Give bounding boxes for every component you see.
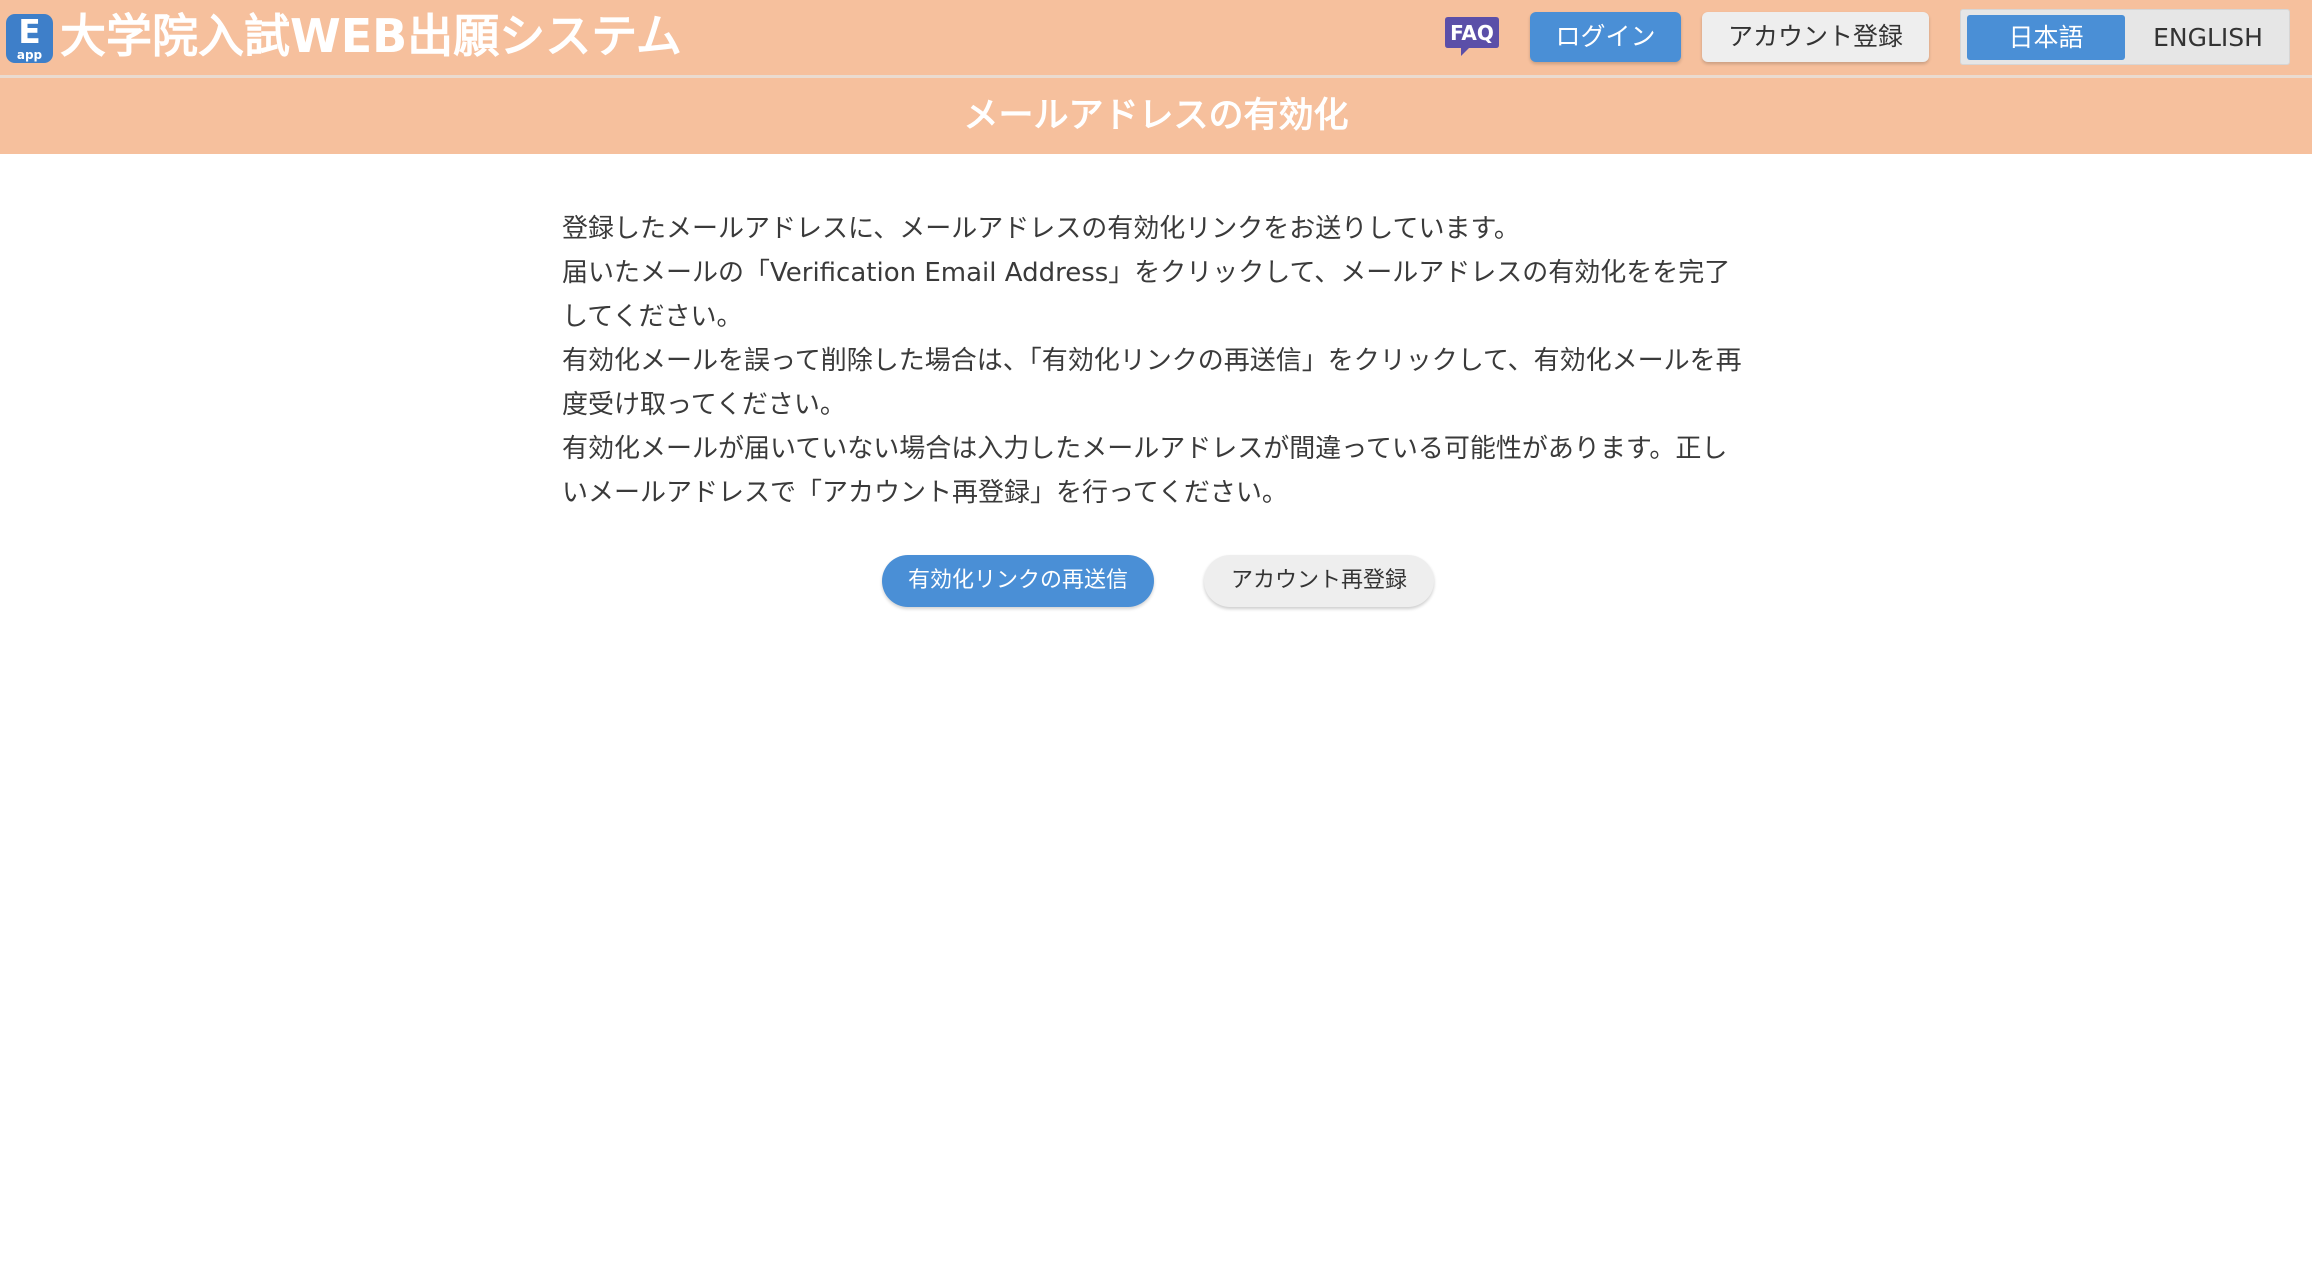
message-paragraph: 有効化メールが届いていない場合は入力したメールアドレスが間違っている可能性があり… <box>562 434 1728 508</box>
top-navigation-bar: E app 大学院入試WEB出願システム FAQ ログイン アカウント登録 日本… <box>0 0 2312 78</box>
logo-letter: E <box>18 12 41 51</box>
faq-speech-bubble-icon: FAQ <box>1445 17 1499 56</box>
account-register-button[interactable]: アカウント登録 <box>1702 12 1929 62</box>
logo-small-text: app <box>16 48 43 62</box>
language-switch: 日本語 ENGLISH <box>1960 9 2290 65</box>
language-option-english[interactable]: ENGLISH <box>2129 15 2287 60</box>
message-paragraph: 届いたメールの「Verification Email Address」をクリック… <box>562 258 1731 332</box>
faq-label: FAQ <box>1450 21 1494 45</box>
message-paragraph: 登録したメールアドレスに、メールアドレスの有効化リンクをお送りしています。 <box>562 214 1520 244</box>
message-content: 登録したメールアドレスに、メールアドレスの有効化リンクをお送りしています。 届い… <box>562 207 1752 515</box>
resend-activation-link-button[interactable]: 有効化リンクの再送信 <box>882 555 1154 607</box>
action-buttons: 有効化リンクの再送信 アカウント再登録 <box>0 555 2312 609</box>
account-reregister-button[interactable]: アカウント再登録 <box>1204 555 1434 607</box>
faq-icon[interactable]: FAQ <box>1443 15 1501 57</box>
page-title-bar: メールアドレスの有効化 <box>0 78 2312 154</box>
app-logo-icon[interactable]: E app <box>6 14 53 63</box>
login-button[interactable]: ログイン <box>1530 12 1681 62</box>
app-title[interactable]: 大学院入試WEB出願システム <box>60 6 682 66</box>
message-paragraph: 有効化メールを誤って削除した場合は、「有効化リンクの再送信」をクリックして、有効… <box>562 346 1742 420</box>
page-title: メールアドレスの有効化 <box>963 96 1349 136</box>
language-option-japanese[interactable]: 日本語 <box>1967 15 2125 60</box>
